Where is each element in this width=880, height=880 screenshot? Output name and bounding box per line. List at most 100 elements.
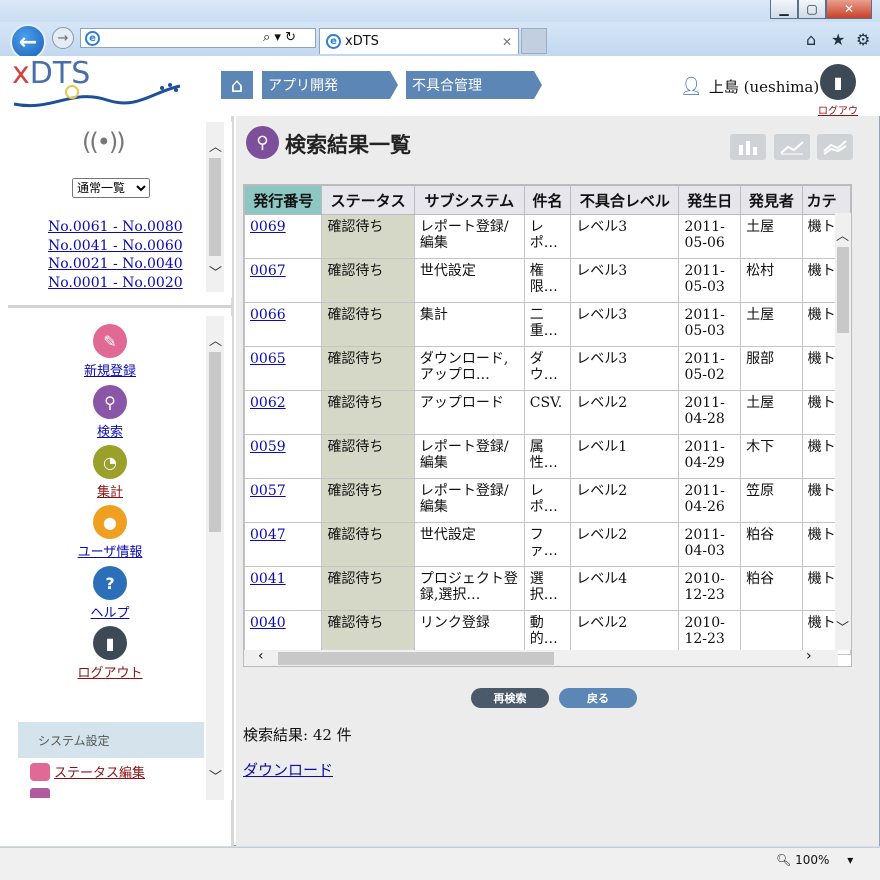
browser-tab[interactable]: e xDTS ✕ <box>319 28 519 54</box>
page-title: 検索結果一覧 <box>285 133 411 157</box>
back-button[interactable]: 戻る <box>559 688 637 708</box>
nav-label[interactable]: 集計 <box>97 485 123 500</box>
table-cell: 確認待ち <box>321 434 415 479</box>
scroll-thumb[interactable] <box>278 652 554 665</box>
minimize-button[interactable]: ▁ <box>770 0 798 19</box>
nav-label[interactable]: ユーザ情報 <box>78 545 143 560</box>
chevron-down-icon[interactable]: ﹀ <box>209 262 222 281</box>
range-link[interactable]: No.0001 - No.0020 <box>48 274 183 293</box>
breadcrumb-bug-management[interactable]: 不具合管理 <box>406 71 542 99</box>
column-header[interactable]: 発生日 <box>678 185 742 215</box>
close-tab-icon[interactable]: ✕ <box>502 35 512 49</box>
view-select[interactable]: 通常一覧 <box>72 178 150 198</box>
favorites-icon[interactable]: ★ <box>831 30 845 49</box>
search-icon[interactable]: ⌕ ▾ ↻ <box>263 30 296 45</box>
table-row[interactable]: 0041 確認待ち プロジェクト登録,選択… 選択… レベル4 2010-12-23 粕谷機… <box>244 566 851 611</box>
scroll-thumb[interactable] <box>209 158 221 256</box>
table-cell: レポート登録/編集 <box>413 214 525 259</box>
chevron-up-icon[interactable]: ︿ <box>209 136 222 155</box>
table-cell: レベル3 <box>570 214 680 259</box>
scroll-thumb[interactable] <box>209 352 221 532</box>
chevron-up-icon[interactable]: ︿ <box>209 330 222 349</box>
issue-link[interactable]: 0066 <box>250 307 286 323</box>
nav-stats[interactable]: ◔ 集計 <box>70 445 150 500</box>
nav-label[interactable]: 新規登録 <box>84 364 136 379</box>
table-row[interactable]: 0040 確認待ち リンク登録 動的… レベル2 2010-12-23 機ト <box>244 610 851 655</box>
range-link[interactable]: No.0061 - No.0080 <box>48 218 183 237</box>
table-cell: 集計 <box>413 302 525 347</box>
chevron-right-icon[interactable]: › <box>806 648 812 664</box>
table-row[interactable]: 0069 確認待ち レポート登録/編集 レポ… レベル3 2011-05-06 土屋 機ト <box>244 214 851 259</box>
table-cell: レポ… <box>523 478 572 523</box>
nav-search[interactable]: ⚲ 検索 <box>70 385 150 440</box>
column-header[interactable]: ステータス <box>321 185 415 215</box>
sidebar-scrollbar[interactable]: ︿ ﹀ <box>206 122 224 292</box>
issue-link[interactable]: 0062 <box>250 395 286 411</box>
issue-link[interactable]: 0059 <box>250 439 286 455</box>
breadcrumb-app[interactable]: アプリ開発 <box>262 71 398 99</box>
table-cell: レベル1 <box>570 434 680 479</box>
table-cell: 権限… <box>523 258 572 303</box>
back-button[interactable]: ← <box>10 24 46 60</box>
nav-user-info[interactable]: ● ユーザ情報 <box>70 505 150 560</box>
nav-label[interactable]: 検索 <box>97 425 123 440</box>
column-header[interactable]: サブシステム <box>413 185 525 215</box>
forward-button[interactable]: → <box>52 27 74 49</box>
nav-new-entry[interactable]: ✎ 新規登録 <box>70 324 150 379</box>
nav-logout[interactable]: ▮ ログアウト <box>70 626 150 681</box>
sidebar-nav-scrollbar[interactable]: ︿ ﹀ <box>206 316 224 800</box>
table-row[interactable]: 0047 確認待ち 世代設定 ファ… レベル2 2011-04-03 粕谷 機ト <box>244 522 851 567</box>
issue-link[interactable]: 0067 <box>250 263 286 279</box>
bar-chart-view-button[interactable] <box>730 134 766 160</box>
column-header[interactable]: 不具合レベル <box>570 185 680 215</box>
issue-link[interactable]: 0040 <box>250 615 286 631</box>
range-link[interactable]: No.0041 - No.0060 <box>48 237 183 256</box>
logout-icon: ▮ <box>820 64 856 100</box>
home-icon[interactable]: ⌂ <box>806 30 816 49</box>
address-bar[interactable]: e ⌕ ▾ ↻ <box>80 28 316 48</box>
column-header[interactable]: 発見者 <box>740 185 803 215</box>
nav-help[interactable]: ? ヘルプ <box>70 566 150 621</box>
chevron-down-icon[interactable]: ﹀ <box>209 766 222 785</box>
issue-link[interactable]: 0065 <box>250 351 286 367</box>
table-row[interactable]: 0057 確認待ち レポート登録/編集 レポ… レベル2 2011-04-26 笠原 機ト <box>244 478 851 523</box>
close-window-button[interactable]: ✕ <box>826 0 872 19</box>
table-row[interactable]: 0059 確認待ち レポート登録/編集 属性… レベル1 2011-04-29 木下 機ト <box>244 434 851 479</box>
edit-icon: ✎ <box>93 324 127 358</box>
status-edit-item[interactable]: ステータス編集 <box>30 762 145 781</box>
gear-icon[interactable]: ⚙ <box>856 30 870 49</box>
issue-link[interactable]: 0069 <box>250 219 286 235</box>
research-button[interactable]: 再検索 <box>471 688 549 708</box>
chevron-left-icon[interactable]: ‹ <box>258 648 264 664</box>
range-link[interactable]: No.0021 - No.0040 <box>48 255 183 274</box>
nav-label[interactable]: ログアウト <box>77 666 142 681</box>
ie-icon: e <box>85 31 104 46</box>
issue-link[interactable]: 0041 <box>250 571 286 587</box>
line-chart-view-button[interactable] <box>774 134 810 160</box>
column-header[interactable]: 発行番号 <box>244 185 323 215</box>
zoom-control[interactable]: 🔍︎ 100% ▾ <box>776 853 853 867</box>
table-row[interactable]: 0066 確認待ち 集計 二重… レベル3 2011-05-03 土屋 機ト <box>244 302 851 347</box>
table-row[interactable]: 0062 確認待ち アップロード CSV. レベル2 2011-04-28 土屋 機ト <box>244 390 851 435</box>
table-cell: 確認待ち <box>321 390 415 435</box>
new-tab-button[interactable] <box>521 28 547 54</box>
chevron-down-icon[interactable]: ▾ <box>847 853 853 867</box>
chevron-down-icon[interactable]: ﹀ <box>836 617 849 636</box>
scroll-thumb[interactable] <box>837 247 849 333</box>
grid-vertical-scrollbar[interactable]: ︿ ﹀ <box>835 213 851 650</box>
line-chart-icon <box>780 141 804 155</box>
issue-link[interactable]: 0047 <box>250 527 286 543</box>
table-row[interactable]: 0067 確認待ち 世代設定 権限… レベル3 2011-05-03 松村 機ト <box>244 258 851 303</box>
table-row[interactable]: 0065 確認待ち ダウンロード,アップロ… ダウ… レベル3 2011-05-02 服部機… <box>244 346 851 391</box>
status-edit-link[interactable]: ステータス編集 <box>54 762 145 781</box>
table-cell: 2011-05-06 <box>678 214 742 259</box>
download-link[interactable]: ダウンロード <box>243 759 333 780</box>
chevron-up-icon[interactable]: ︿ <box>836 225 849 244</box>
nav-label[interactable]: ヘルプ <box>90 606 129 621</box>
column-header[interactable]: カテ <box>801 185 851 215</box>
maximize-button[interactable]: ▢ <box>798 0 826 19</box>
column-header[interactable]: 件名 <box>523 185 572 215</box>
breadcrumb-home[interactable]: ⌂ <box>221 71 253 99</box>
issue-link[interactable]: 0057 <box>250 483 286 499</box>
area-chart-view-button[interactable] <box>817 134 853 160</box>
